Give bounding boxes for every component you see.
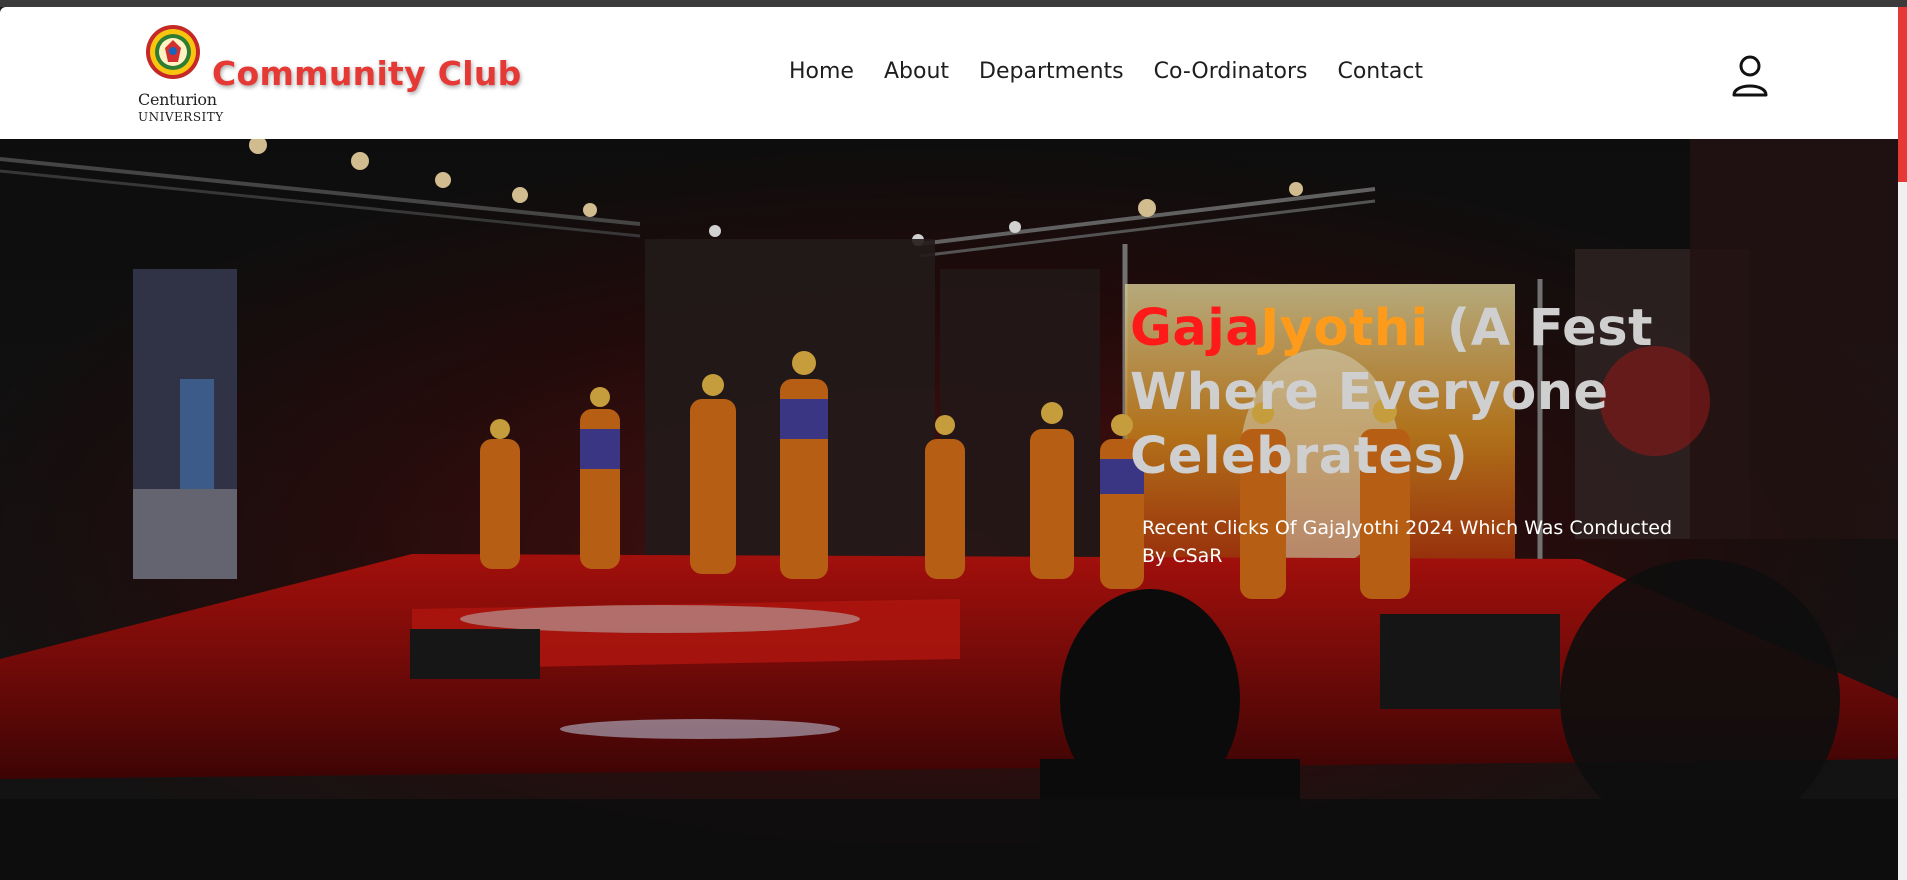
hero-title-jyothi: Jyothi — [1260, 299, 1429, 358]
nav-menu: Home About Departments Co-Ordinators Con… — [789, 59, 1453, 84]
logo-text-primary: Centurion — [138, 90, 217, 109]
window-top-bar — [0, 0, 1907, 7]
university-logo[interactable]: Centurion UNIVERSITY — [138, 24, 224, 128]
nav-item-about[interactable]: About — [884, 59, 949, 84]
nav-item-departments[interactable]: Departments — [979, 59, 1124, 84]
user-icon — [1732, 55, 1768, 97]
user-account-button[interactable] — [1730, 54, 1770, 98]
hero-banner: GajaJyothi (A Fest Where Everyone Celebr… — [0, 139, 1898, 880]
hero-subtitle: Recent Clicks Of GajaJyothi 2024 Which W… — [1142, 517, 1673, 567]
logo-text-secondary: UNIVERSITY — [138, 110, 224, 124]
hero-background-photo — [0, 139, 1898, 880]
nav-item-home[interactable]: Home — [789, 59, 854, 84]
hero-title: GajaJyothi (A Fest Where Everyone Celebr… — [1130, 297, 1690, 489]
university-seal-icon — [146, 25, 200, 79]
hero-title-gaja: Gaja — [1130, 299, 1261, 358]
brand-name[interactable]: Community Club — [212, 54, 522, 93]
navbar: Centurion UNIVERSITY Community Club Home… — [0, 7, 1898, 139]
nav-item-contact[interactable]: Contact — [1337, 59, 1423, 84]
page-scrollbar-thumb[interactable] — [1898, 7, 1907, 182]
nav-item-coordinators[interactable]: Co-Ordinators — [1154, 59, 1308, 84]
